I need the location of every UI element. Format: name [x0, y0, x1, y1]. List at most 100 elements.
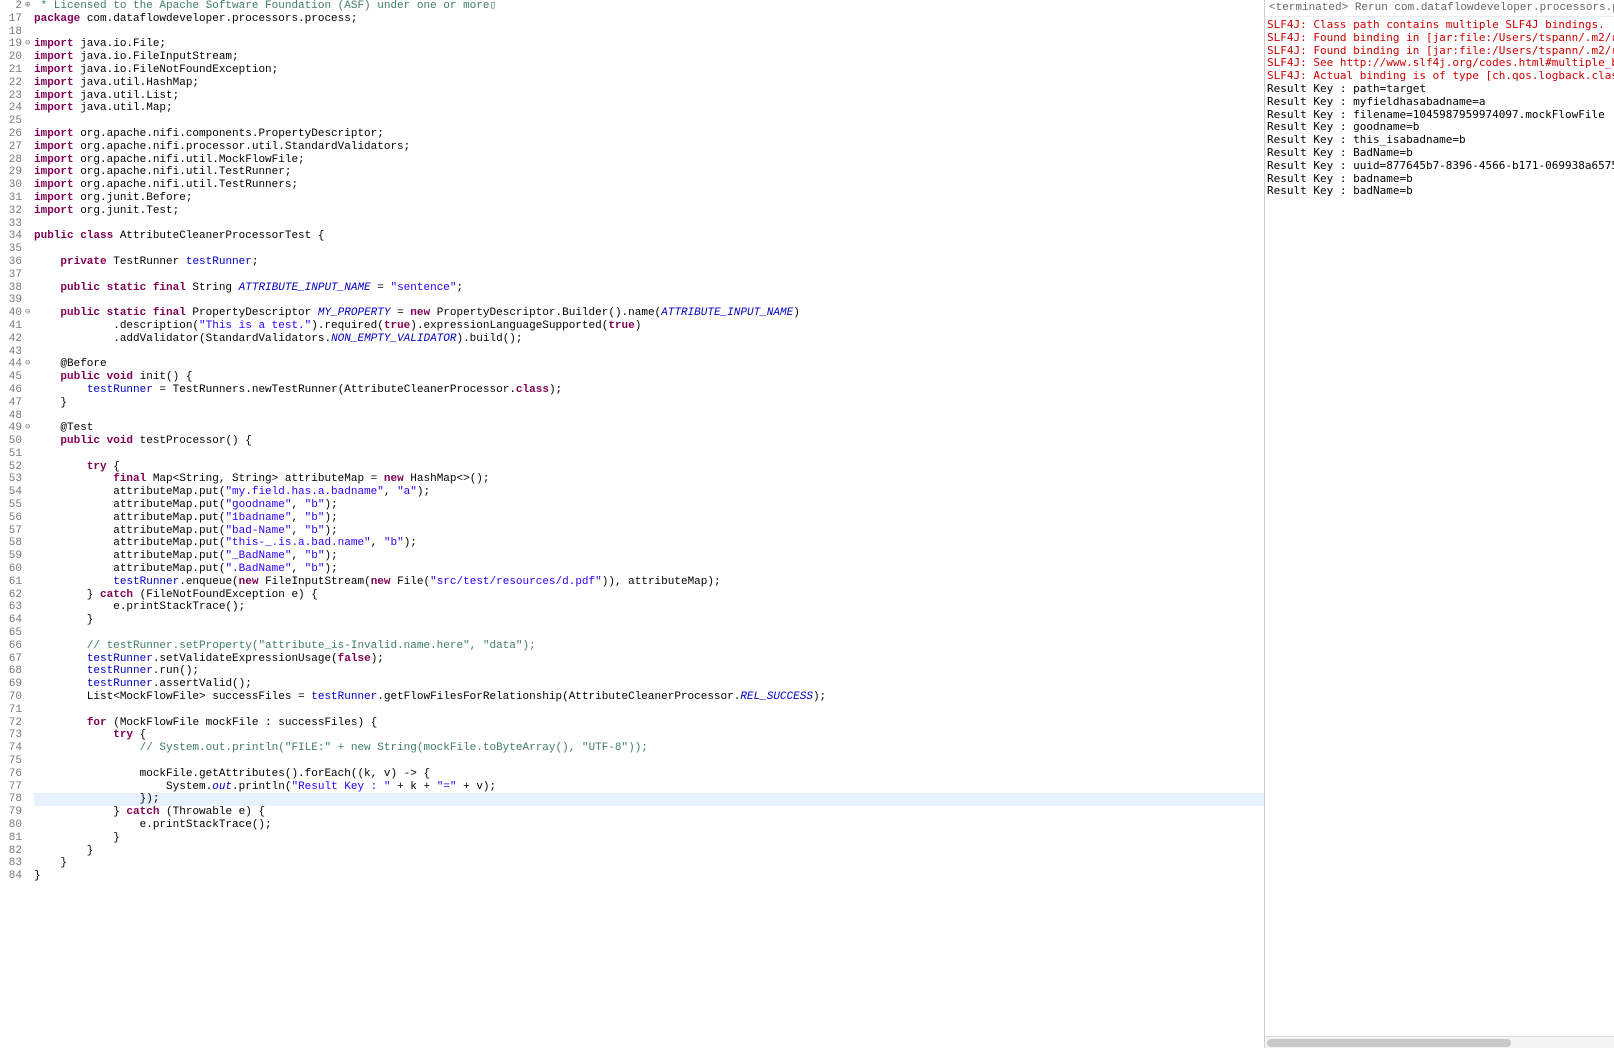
fold-toggle-icon[interactable]: ⊕ — [25, 0, 30, 10]
code-line[interactable]: // testRunner.setProperty("attribute_is-… — [34, 640, 1264, 653]
code-line[interactable]: // System.out.println("FILE:" + new Stri… — [34, 742, 1264, 755]
console-panel: <terminated> Rerun com.dataflowdeveloper… — [1264, 0, 1614, 1048]
code-line[interactable] — [34, 346, 1264, 359]
code-line[interactable] — [34, 410, 1264, 423]
code-line[interactable]: attributeMap.put(".BadName", "b"); — [34, 563, 1264, 576]
code-editor[interactable]: 2171819202122232425262728293031323334353… — [0, 0, 1264, 1048]
code-line[interactable]: for (MockFlowFile mockFile : successFile… — [34, 717, 1264, 730]
line-number: 64 — [0, 614, 22, 627]
code-line[interactable]: import java.io.File; — [34, 38, 1264, 51]
line-number: 56 — [0, 512, 22, 525]
code-line[interactable]: } catch (FileNotFoundException e) { — [34, 589, 1264, 602]
line-number: 45 — [0, 371, 22, 384]
code-line[interactable]: attributeMap.put("goodname", "b"); — [34, 499, 1264, 512]
code-line[interactable]: testRunner = TestRunners.newTestRunner(A… — [34, 384, 1264, 397]
code-line[interactable]: import org.apache.nifi.processor.util.St… — [34, 141, 1264, 154]
code-line[interactable]: public static final String ATTRIBUTE_INP… — [34, 282, 1264, 295]
line-number: 48 — [0, 410, 22, 423]
code-line[interactable]: testRunner.assertValid(); — [34, 678, 1264, 691]
code-line[interactable]: .description("This is a test.").required… — [34, 320, 1264, 333]
fold-toggle-icon[interactable]: ⊖ — [25, 38, 30, 48]
code-line[interactable]: System.out.println("Result Key : " + k +… — [34, 781, 1264, 794]
line-number: 58 — [0, 537, 22, 550]
code-line[interactable]: } — [34, 870, 1264, 883]
line-number: 26 — [0, 128, 22, 141]
code-line[interactable]: try { — [34, 729, 1264, 742]
code-line[interactable] — [34, 704, 1264, 717]
line-number: 32 — [0, 205, 22, 218]
fold-toggle-icon[interactable]: ⊖ — [25, 422, 30, 432]
line-number: 40 — [0, 307, 22, 320]
code-line[interactable] — [34, 448, 1264, 461]
fold-marker-gutter[interactable]: ⊕ ⊖ ⊖ ⊖ ⊖ — [24, 0, 34, 1048]
code-line[interactable]: public void init() { — [34, 371, 1264, 384]
code-line[interactable]: public void testProcessor() { — [34, 435, 1264, 448]
code-line[interactable]: import java.io.FileInputStream; — [34, 51, 1264, 64]
code-line[interactable]: testRunner.setValidateExpressionUsage(fa… — [34, 653, 1264, 666]
code-line[interactable] — [34, 755, 1264, 768]
code-line[interactable]: } — [34, 614, 1264, 627]
code-line[interactable]: } catch (Throwable e) { — [34, 806, 1264, 819]
console-line: SLF4J: Found binding in [jar:file:/Users… — [1267, 32, 1612, 45]
console-line: Result Key : uuid=877645b7-8396-4566-b17… — [1267, 160, 1612, 173]
code-line[interactable]: import java.io.FileNotFoundException; — [34, 64, 1264, 77]
code-line[interactable]: attributeMap.put("this-_.is.a.bad.name",… — [34, 537, 1264, 550]
code-line[interactable]: * Licensed to the Apache Software Founda… — [34, 0, 1264, 13]
code-line[interactable] — [34, 243, 1264, 256]
code-line[interactable]: import java.util.List; — [34, 90, 1264, 103]
code-line[interactable]: }); — [34, 793, 1264, 806]
code-line[interactable]: attributeMap.put("my.field.has.a.badname… — [34, 486, 1264, 499]
code-line[interactable] — [34, 269, 1264, 282]
code-line[interactable] — [34, 294, 1264, 307]
code-line[interactable]: @Test — [34, 422, 1264, 435]
code-line[interactable]: testRunner.run(); — [34, 665, 1264, 678]
code-line[interactable]: .addValidator(StandardValidators.NON_EMP… — [34, 333, 1264, 346]
code-line[interactable]: package com.dataflowdeveloper.processors… — [34, 13, 1264, 26]
code-line[interactable]: attributeMap.put("1badname", "b"); — [34, 512, 1264, 525]
code-line[interactable]: final Map<String, String> attributeMap =… — [34, 473, 1264, 486]
fold-toggle-icon[interactable]: ⊖ — [25, 358, 30, 368]
code-line[interactable]: import org.apache.nifi.util.MockFlowFile… — [34, 154, 1264, 167]
line-number: 31 — [0, 192, 22, 205]
code-line[interactable]: import org.apache.nifi.util.TestRunner; — [34, 166, 1264, 179]
code-line[interactable]: public class AttributeCleanerProcessorTe… — [34, 230, 1264, 243]
code-line[interactable] — [34, 26, 1264, 39]
line-number: 20 — [0, 51, 22, 64]
line-number-gutter: 2171819202122232425262728293031323334353… — [0, 0, 24, 1048]
code-line[interactable] — [34, 218, 1264, 231]
console-line: Result Key : badName=b — [1267, 185, 1612, 198]
line-number: 46 — [0, 384, 22, 397]
line-number: 41 — [0, 320, 22, 333]
code-line[interactable] — [34, 627, 1264, 640]
code-line[interactable]: private TestRunner testRunner; — [34, 256, 1264, 269]
code-line[interactable]: import org.apache.nifi.util.TestRunners; — [34, 179, 1264, 192]
line-number: 36 — [0, 256, 22, 269]
code-line[interactable]: } — [34, 845, 1264, 858]
horizontal-scrollbar[interactable] — [1265, 1036, 1614, 1048]
code-line[interactable]: attributeMap.put("bad-Name", "b"); — [34, 525, 1264, 538]
code-line[interactable]: import org.junit.Before; — [34, 192, 1264, 205]
line-number: 51 — [0, 448, 22, 461]
scrollbar-thumb[interactable] — [1267, 1039, 1511, 1047]
code-line[interactable]: } — [34, 397, 1264, 410]
fold-toggle-icon[interactable]: ⊖ — [25, 307, 30, 317]
code-line[interactable]: e.printStackTrace(); — [34, 601, 1264, 614]
code-line[interactable] — [34, 115, 1264, 128]
code-line[interactable]: mockFile.getAttributes().forEach((k, v) … — [34, 768, 1264, 781]
code-line[interactable]: } — [34, 832, 1264, 845]
code-line[interactable]: @Before — [34, 358, 1264, 371]
console-output[interactable]: SLF4J: Class path contains multiple SLF4… — [1265, 17, 1614, 936]
code-line[interactable]: List<MockFlowFile> successFiles = testRu… — [34, 691, 1264, 704]
line-number: 82 — [0, 845, 22, 858]
code-line[interactable]: public static final PropertyDescriptor M… — [34, 307, 1264, 320]
code-line[interactable]: e.printStackTrace(); — [34, 819, 1264, 832]
code-line[interactable]: testRunner.enqueue(new FileInputStream(n… — [34, 576, 1264, 589]
code-line[interactable]: import java.util.Map; — [34, 102, 1264, 115]
code-line[interactable]: import org.junit.Test; — [34, 205, 1264, 218]
code-area[interactable]: * Licensed to the Apache Software Founda… — [34, 0, 1264, 1048]
code-line[interactable]: import java.util.HashMap; — [34, 77, 1264, 90]
code-line[interactable]: try { — [34, 461, 1264, 474]
code-line[interactable]: } — [34, 857, 1264, 870]
code-line[interactable]: import org.apache.nifi.components.Proper… — [34, 128, 1264, 141]
code-line[interactable]: attributeMap.put("_BadName", "b"); — [34, 550, 1264, 563]
